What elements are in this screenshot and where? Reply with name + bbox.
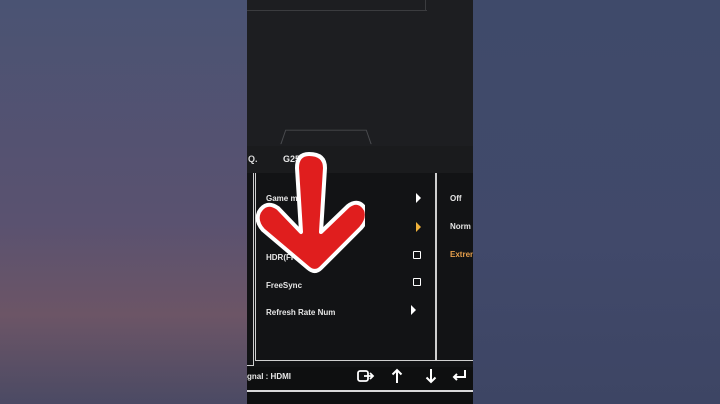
osd-value-column: Off Norm Extren <box>436 173 473 361</box>
reflection-outline <box>280 129 372 145</box>
screen-edge-line-vertical <box>425 0 426 11</box>
monitor-photo: Q. G25-1 Game mo HDR(FI FreeSync Refresh… <box>247 0 473 404</box>
chevron-right-icon[interactable] <box>416 193 421 203</box>
hdr-checkbox[interactable] <box>413 251 421 259</box>
osd-category-column <box>247 173 254 366</box>
chevron-right-selected-icon[interactable] <box>416 222 421 232</box>
up-arrow-icon[interactable] <box>388 367 406 385</box>
option-off[interactable]: Off <box>450 194 462 203</box>
enter-icon[interactable] <box>450 367 468 385</box>
menu-item-freesync[interactable]: FreeSync <box>266 281 302 290</box>
down-arrow-icon[interactable] <box>422 367 440 385</box>
overlay-down-arrow-icon <box>255 152 365 273</box>
osd-footer: gnal : HDMI <box>247 367 473 404</box>
option-normal[interactable]: Norm <box>450 222 471 231</box>
footer-divider <box>247 390 473 392</box>
freesync-checkbox[interactable] <box>413 278 421 286</box>
chevron-right-icon[interactable] <box>411 305 416 315</box>
option-extreme[interactable]: Extren <box>450 250 473 259</box>
screen-edge-line <box>247 10 427 11</box>
menu-item-refresh-rate-num[interactable]: Refresh Rate Num <box>266 308 335 317</box>
monitor-screen-dark <box>247 0 473 146</box>
input-icon[interactable] <box>357 367 375 385</box>
blurred-background-right <box>473 0 720 404</box>
blurred-background-left <box>0 0 247 404</box>
input-signal-label: gnal : HDMI <box>247 372 291 381</box>
